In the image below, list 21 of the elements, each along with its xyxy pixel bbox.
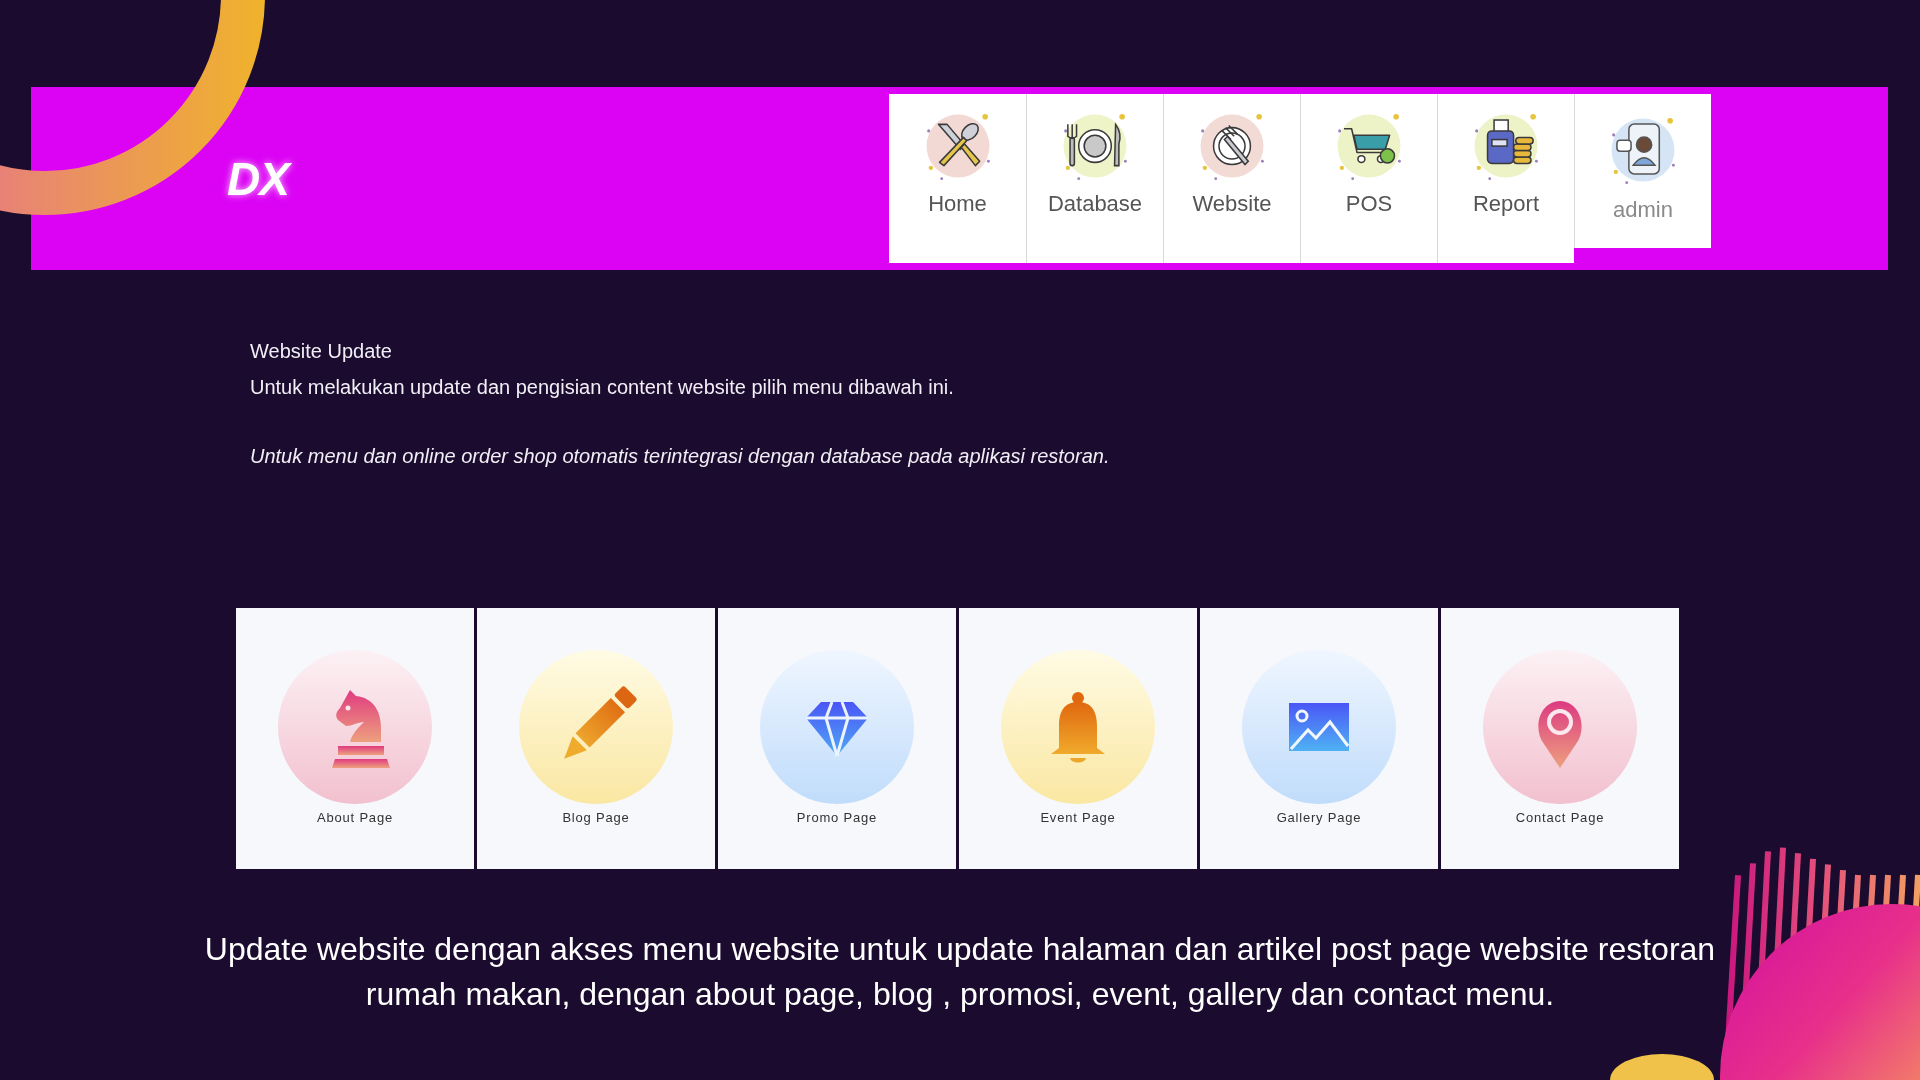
nav-menu-item[interactable]: Report xyxy=(1437,94,1574,263)
page-card[interactable]: Blog Page xyxy=(477,608,715,869)
page-card[interactable]: Event Page xyxy=(959,608,1197,869)
page-card[interactable]: Contact Page xyxy=(1441,608,1679,869)
caption-line: rumah makan, dengan about page, blog , promosi, event, gallery dan contact menu. xyxy=(364,975,1556,1014)
bell-icon xyxy=(1001,650,1155,804)
chess-knight-icon xyxy=(278,650,432,804)
nav-menu-item[interactable]: Home xyxy=(889,94,1026,263)
page-card[interactable]: Gallery Page xyxy=(1200,608,1438,869)
page-card[interactable]: About Page xyxy=(236,608,474,869)
map-pin-icon xyxy=(1483,650,1637,804)
intro-note: Untuk menu dan online order shop otomatis terintegrasi dengan database pada aplikasi restoran. xyxy=(250,444,1111,469)
page-card[interactable]: Promo Page xyxy=(718,608,956,869)
picture-icon xyxy=(1242,650,1396,804)
nav-menu-item[interactable]: POS xyxy=(1300,94,1437,263)
intro-text: Untuk melakukan update dan pengisian content website pilih menu dibawah ini. xyxy=(250,375,955,400)
caption-line: Update website dengan akses menu website untuk update halaman dan artikel post page website restoran xyxy=(203,930,1717,969)
nav-menu-item[interactable]: Website xyxy=(1163,94,1300,263)
pencil-icon xyxy=(519,650,673,804)
nav-menu-item[interactable]: Database xyxy=(1026,94,1163,263)
intro-title: Website Update xyxy=(250,339,393,364)
